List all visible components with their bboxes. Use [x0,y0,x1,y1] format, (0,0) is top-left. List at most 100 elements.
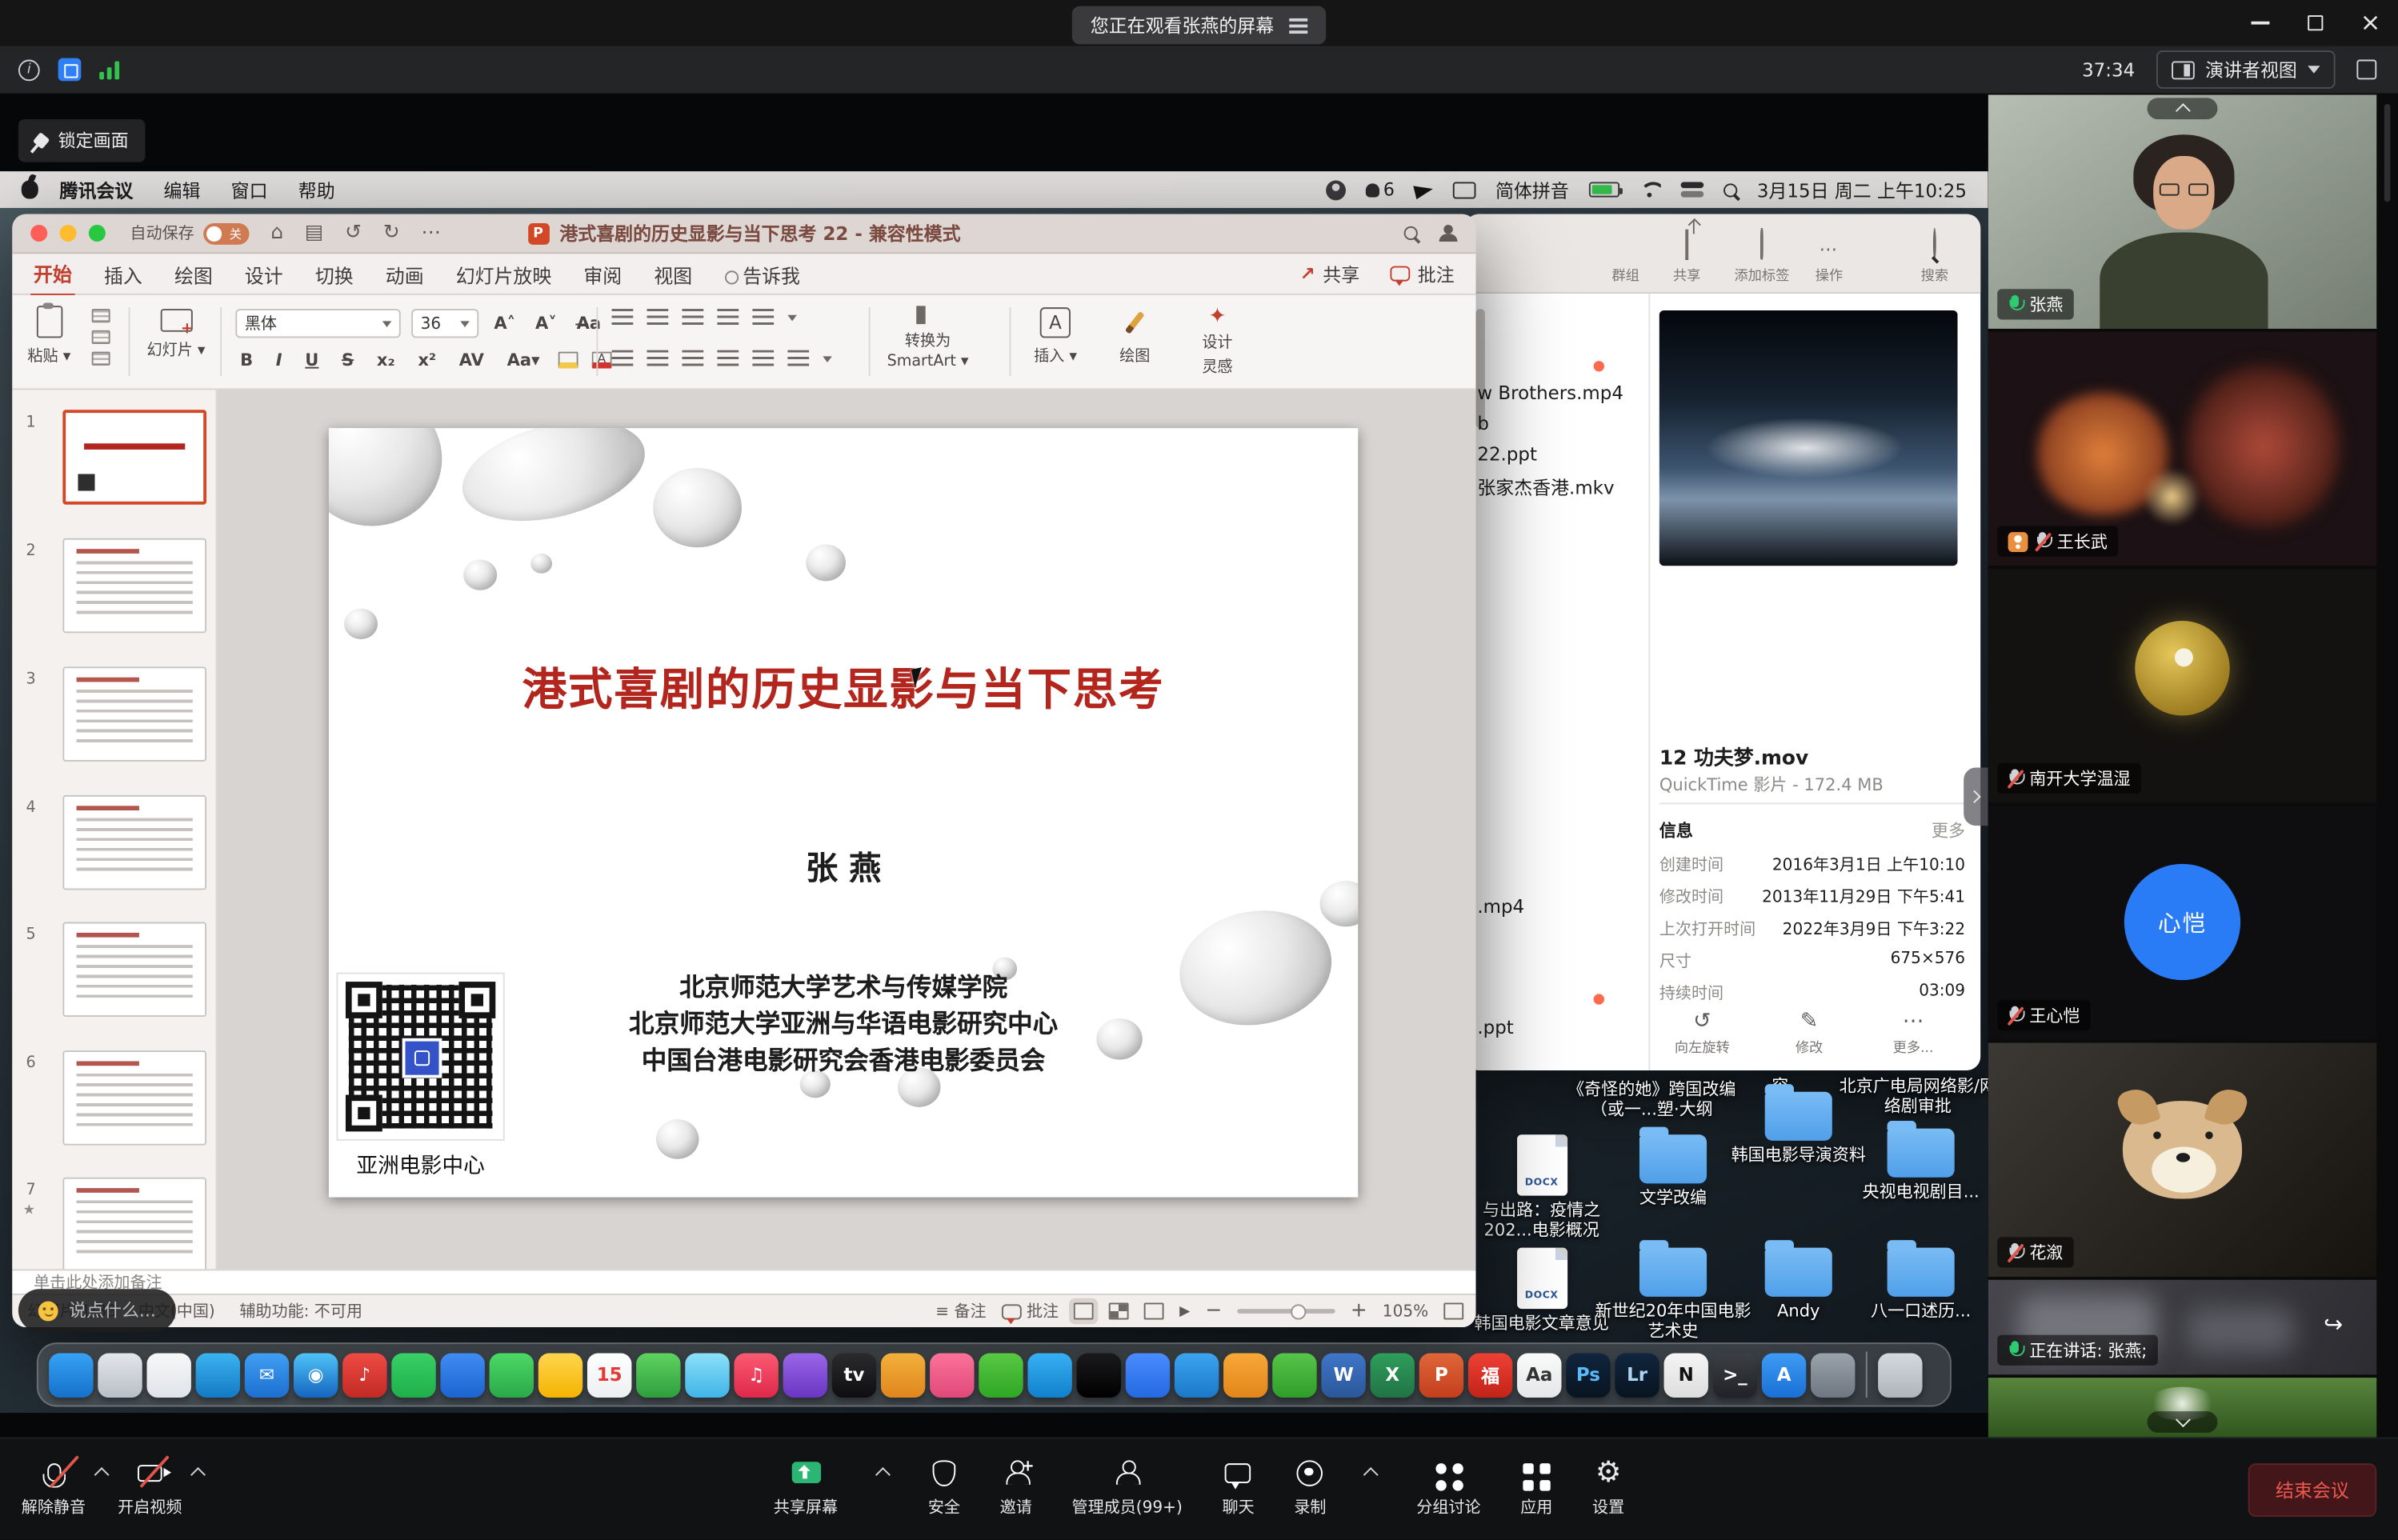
tag-icon[interactable] [1760,230,1763,258]
dock-icon-powerpoint[interactable]: P [1419,1353,1463,1397]
more-actions-button[interactable]: ⋯更多... [1860,1009,1967,1056]
decrease-font-icon[interactable]: A˅ [530,314,561,334]
file-list-item[interactable]: b [1477,413,1489,434]
more-commands-icon[interactable]: ⋯ [421,223,441,243]
dock-icon-fu-app[interactable]: 福 [1468,1353,1512,1397]
dock-icon-messages[interactable] [636,1353,680,1397]
share-screen-button[interactable]: 共享屏幕 [774,1456,838,1518]
record-button[interactable]: 录制 [1294,1456,1326,1518]
char-spacing-icon[interactable]: AV [454,350,489,370]
slide-thumbnail-1[interactable]: 1 [12,410,217,507]
cut-icon[interactable] [92,309,110,322]
emoji-icon[interactable] [38,1301,58,1321]
draw-button[interactable]: 绘图 [1119,307,1150,366]
dock-icon-photos[interactable] [146,1353,190,1397]
clear-format-icon[interactable]: A̶a [572,314,606,334]
apps-button[interactable]: 应用 [1520,1456,1552,1518]
manage-members-button[interactable]: 管理成员(99+) [1072,1456,1183,1518]
watching-screen-pill[interactable]: 您正在观看张燕的屏幕 [1072,6,1326,45]
invite-button[interactable]: + 邀请 [1000,1456,1032,1518]
settings-button[interactable]: ⚙ 设置 [1592,1456,1624,1518]
tab-design[interactable]: 设计 [242,253,286,294]
comments-button[interactable]: 批注 [1390,261,1454,286]
font-name-select[interactable]: 黑体 [235,309,400,338]
participant-tile[interactable]: 南开大学温湿 [1988,569,2376,802]
dock-icon-numbers[interactable] [1272,1353,1316,1397]
align-center-icon[interactable] [647,350,669,367]
dock-icon-pages[interactable] [1223,1353,1267,1397]
finder-scrollbar[interactable] [1475,309,1484,428]
italic-icon[interactable]: I [271,350,286,370]
bird-status-icon[interactable] [1413,181,1434,198]
meeting-info-icon[interactable]: i [18,59,40,81]
share-user-icon[interactable] [1439,225,1458,242]
justify-icon[interactable] [717,350,739,367]
file-list-item[interactable]: 张家杰香港.mkv [1477,474,1614,500]
action-icon[interactable]: ⋯ [1820,233,1840,262]
dock-icon-settings-app[interactable] [1811,1353,1855,1397]
comments-toggle[interactable]: 批注 [1002,1300,1059,1323]
participant-tile[interactable]: 王长武 [1988,332,2376,566]
input-method-label[interactable]: 简体拼音 [1495,177,1569,202]
view-mode-button[interactable]: 演讲者视图 [2156,50,2336,89]
close-button[interactable]: × [2343,0,2398,46]
minimize-traffic-light[interactable] [60,225,77,242]
apple-menu-icon[interactable] [22,181,38,199]
dock-icon-maps[interactable] [685,1353,729,1397]
normal-view-icon[interactable] [1074,1302,1094,1319]
font-size-select[interactable]: 36 [411,309,478,338]
participant-tile-partial[interactable] [1988,1378,2376,1438]
dock-icon-bilibili[interactable] [930,1353,974,1397]
slide-sorter-view-icon[interactable] [1109,1302,1129,1319]
battery-icon[interactable] [1589,182,1619,197]
docs-icon[interactable] [58,58,82,82]
home-icon[interactable]: ⌂ [270,223,283,243]
share-options-chevron[interactable] [875,1467,891,1482]
reading-view-icon[interactable] [1144,1302,1164,1319]
video-options-chevron[interactable] [190,1467,206,1482]
slide-canvas[interactable]: 港式喜剧的历史显影与当下思考 张 燕 北京师范大学艺术与传媒学院 北京师范大学亚… [217,390,1475,1269]
dock-icon-netease-music[interactable]: ♪ [342,1353,386,1397]
new-slide-button[interactable]: 幻灯片 ▾ [146,309,205,359]
tab-view[interactable]: 视图 [651,253,695,294]
insert-textbox-button[interactable]: A 插入 ▾ [1034,307,1077,366]
scroll-down-button[interactable] [2148,1411,2218,1433]
dock-icon-music[interactable]: ♫ [734,1353,778,1397]
text-direction-icon[interactable] [787,350,809,367]
mute-options-chevron[interactable] [94,1467,110,1482]
dock-icon-trash[interactable] [1878,1353,1922,1397]
zoom-slider[interactable] [1237,1309,1335,1314]
participant-tile-speaker[interactable]: 张燕 [1988,95,2376,329]
minimize-button[interactable] [2233,0,2288,46]
file-list-item[interactable]: w Brothers.mp4 [1477,382,1623,404]
lock-screen-button[interactable]: 锁定画面 [18,119,146,162]
dock-icon-qq[interactable] [196,1353,240,1397]
change-case-icon[interactable]: Aa▾ [502,350,545,370]
search-icon[interactable] [1933,230,1936,258]
autosave-toggle[interactable]: 自动保存 关 [130,222,249,245]
decrease-indent-icon[interactable] [682,309,703,326]
start-video-button[interactable]: 开启视频 [118,1456,182,1518]
slide-thumbnail-2[interactable]: 2 [12,538,217,636]
app-menu[interactable]: 腾讯会议 [60,177,134,202]
fit-slide-icon[interactable] [1443,1302,1463,1319]
save-icon[interactable]: ▤ [305,223,324,243]
line-spacing-icon[interactable] [752,309,774,326]
notes-toggle[interactable]: ≡ 备注 [935,1300,986,1323]
format-painter-icon[interactable] [92,352,110,366]
undo-icon[interactable]: ↺ [345,223,362,243]
menu-window[interactable]: 窗口 [231,177,268,202]
dock-icon-zoom[interactable] [1126,1353,1170,1397]
dock-icon-notion[interactable]: N [1664,1353,1708,1397]
share-arrow-icon[interactable]: ↪ [2324,1310,2343,1338]
menu-help[interactable]: 帮助 [298,177,335,202]
columns-icon[interactable] [752,350,774,367]
video-preview-thumbnail[interactable] [1659,310,1958,566]
dock-icon-keynote[interactable] [1175,1353,1219,1397]
design-ideas-button[interactable]: ✦ 设计 灵感 [1202,306,1232,376]
file-list-item[interactable]: 22.ppt [1477,443,1537,465]
smartart-button[interactable]: 转换为 SmartArt ▾ [887,306,969,370]
dock-icon-appstore[interactable]: A [1762,1353,1806,1397]
dock-icon-tencent-meeting[interactable] [440,1353,484,1397]
copy-icon[interactable] [92,330,110,344]
